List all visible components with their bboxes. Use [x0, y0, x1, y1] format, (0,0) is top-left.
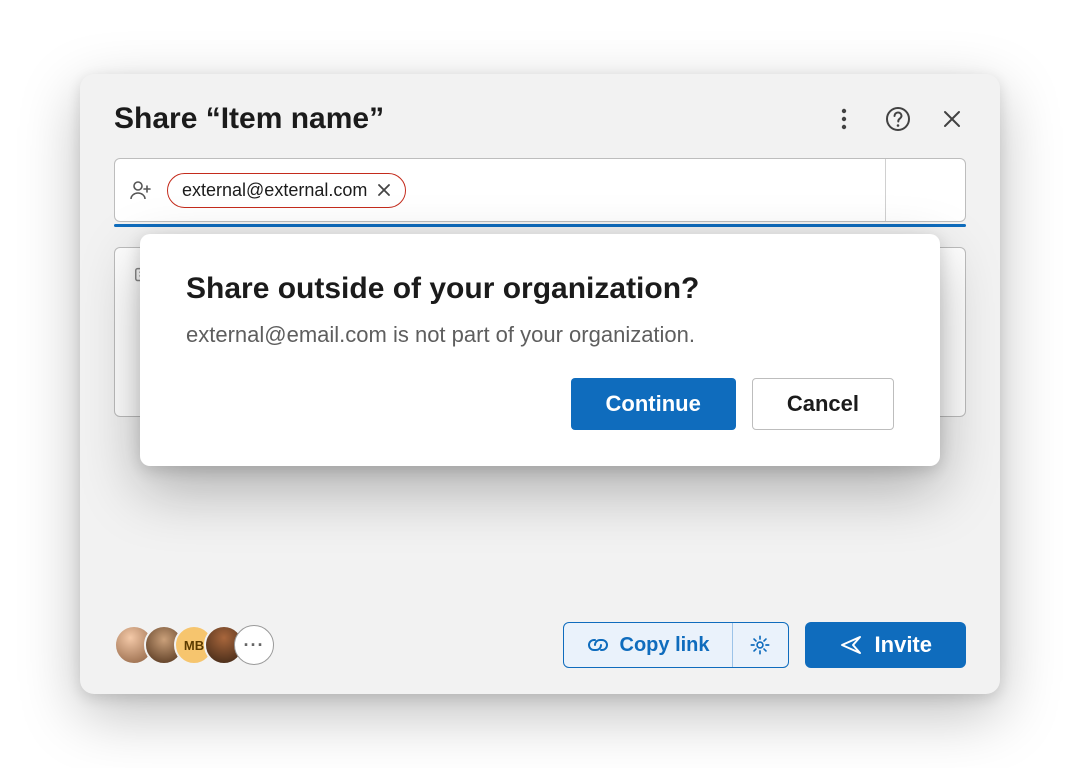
chip-remove-icon[interactable]	[377, 183, 391, 197]
dialog-header: Share “Item name”	[114, 102, 966, 136]
shared-with-avatars[interactable]: MB ···	[114, 625, 274, 665]
input-focus-underline	[114, 224, 966, 227]
more-vertical-icon	[841, 108, 847, 130]
recipient-chip-label: external@external.com	[182, 180, 367, 201]
help-icon	[885, 106, 911, 132]
copy-link-label: Copy link	[620, 634, 710, 657]
confirm-actions: Continue Cancel	[186, 378, 894, 430]
dialog-footer: MB ··· Copy link Invite	[114, 598, 966, 668]
more-options-button[interactable]	[830, 105, 858, 133]
dialog-title: Share “Item name”	[114, 102, 384, 136]
copy-link-button[interactable]: Copy link	[564, 623, 732, 667]
continue-button[interactable]: Continue	[571, 378, 736, 430]
invite-label: Invite	[875, 632, 932, 658]
header-actions	[830, 105, 966, 133]
recipient-chip[interactable]: external@external.com	[167, 173, 406, 208]
close-icon	[942, 109, 962, 129]
footer-actions: Copy link Invite	[563, 622, 966, 668]
help-button[interactable]	[884, 105, 912, 133]
cancel-button[interactable]: Cancel	[752, 378, 894, 430]
permission-selector[interactable]	[885, 159, 965, 221]
gear-icon	[749, 634, 771, 656]
copy-link-group: Copy link	[563, 622, 789, 668]
confirm-title: Share outside of your organization?	[186, 272, 894, 306]
confirm-external-share-dialog: Share outside of your organization? exte…	[140, 234, 940, 466]
close-button[interactable]	[938, 105, 966, 133]
recipient-input[interactable]: external@external.com	[114, 158, 966, 222]
person-add-icon	[129, 178, 153, 202]
avatar-overflow[interactable]: ···	[234, 625, 274, 665]
invite-button[interactable]: Invite	[805, 622, 966, 668]
link-icon	[586, 633, 610, 657]
link-settings-button[interactable]	[732, 623, 788, 667]
send-icon	[839, 633, 863, 657]
confirm-body: external@email.com is not part of your o…	[186, 322, 894, 348]
